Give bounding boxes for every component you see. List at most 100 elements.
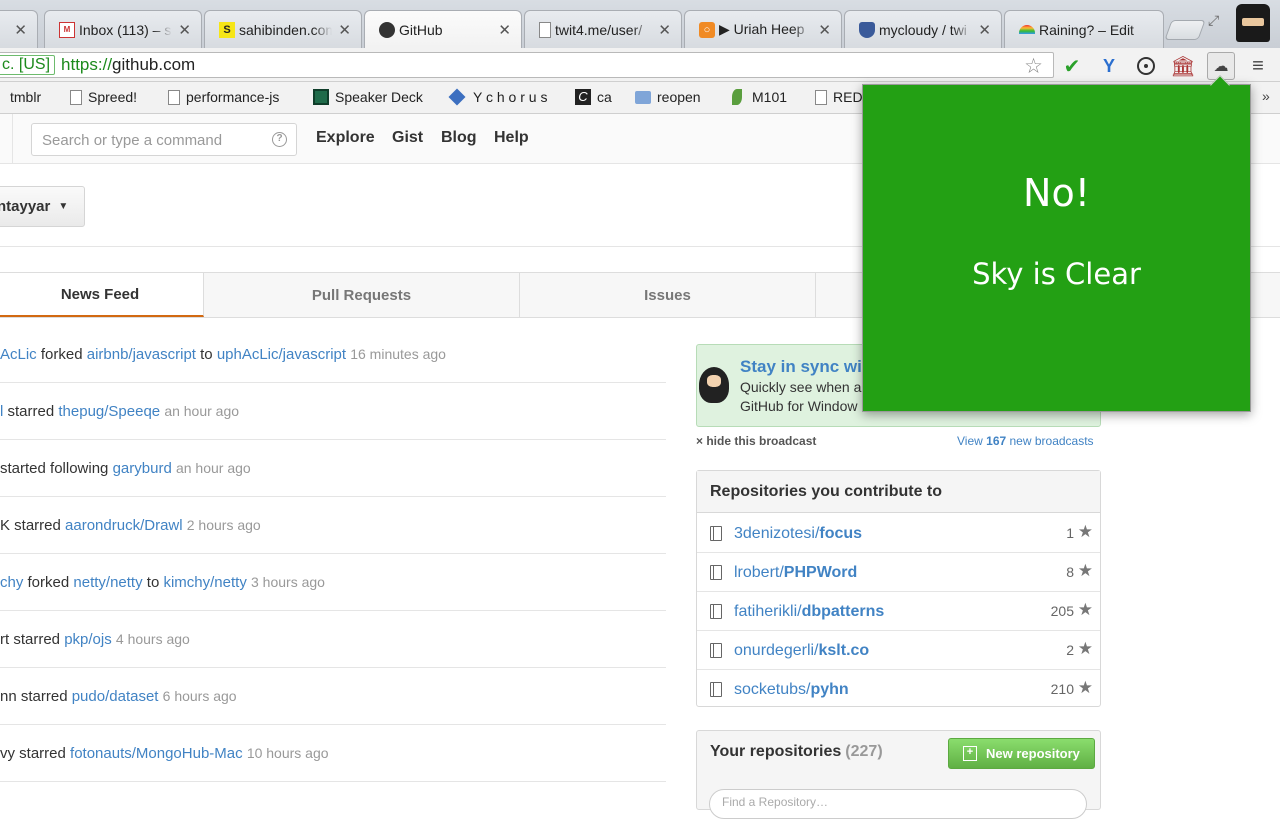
tab-github[interactable]: GitHub ✕ (364, 10, 522, 48)
url-host: github.com (112, 55, 196, 74)
feed-target2-link[interactable]: kimchy/netty (163, 574, 246, 591)
repo-row[interactable]: fatiherikli/dbpatterns 205 ★ (697, 592, 1100, 631)
menu-icon[interactable]: ≡ (1246, 54, 1270, 78)
bookmark-m101[interactable]: M101 (732, 89, 787, 105)
target-extension-icon[interactable] (1134, 54, 1158, 78)
feed-time: 3 hours ago (251, 574, 325, 590)
tab-mycloudy[interactable]: mycloudy / twi ✕ (844, 10, 1002, 48)
bookmark-speaker-deck[interactable]: Speaker Deck (313, 89, 423, 105)
tab-news-feed[interactable]: News Feed (0, 273, 204, 317)
tab-title: twit4.me/user/ (555, 21, 643, 38)
close-tab-icon[interactable]: ✕ (498, 21, 511, 39)
new-repository-button[interactable]: + New repository (948, 738, 1095, 769)
nav-help[interactable]: Help (494, 129, 529, 147)
checkmark-extension-icon[interactable]: ✔ (1060, 54, 1084, 78)
nav-gist[interactable]: Gist (392, 129, 423, 147)
bookmark-reopen[interactable]: reopen (635, 89, 701, 105)
feed-actor-link[interactable]: l (0, 403, 3, 420)
tab-pull-requests[interactable]: Pull Requests (204, 273, 520, 317)
view-broadcasts-link[interactable]: View 167 new broadcasts (957, 434, 1094, 448)
restore-window-icon[interactable]: ⤢ (1208, 12, 1219, 29)
close-tab-icon[interactable]: ✕ (14, 21, 27, 39)
broadcast-title[interactable]: Stay in sync wi (740, 357, 862, 377)
hide-broadcast-link[interactable]: × hide this broadcast (696, 434, 816, 448)
repo-link: socketubs/pyhn (734, 681, 849, 699)
view-suffix: new broadcasts (1006, 434, 1094, 448)
broadcast-line: GitHub for Window (740, 398, 858, 414)
leaf-icon (732, 89, 742, 105)
address-bar[interactable]: c. [US] https:// github.com ☆ (0, 52, 1054, 78)
speaker-deck-icon (313, 89, 329, 105)
close-tab-icon[interactable]: ✕ (338, 21, 351, 39)
repo-row[interactable]: lrobert/PHPWord 8 ★ (697, 553, 1100, 592)
view-prefix: View (957, 434, 987, 448)
bookmark-label: Y c h o r u s (473, 89, 548, 105)
bookmark-spreed[interactable]: Spreed! (70, 89, 137, 105)
bookmark-label: tmblr (10, 89, 42, 105)
bookmark-tmblr[interactable]: tmblr (10, 89, 41, 105)
bookmark-star-icon[interactable]: ☆ (1024, 54, 1043, 79)
feed-target-link[interactable]: pudo/dataset (72, 688, 159, 705)
tab-partial[interactable]: ✕ (0, 10, 38, 48)
page-icon (815, 89, 827, 105)
ev-certificate-label[interactable]: c. [US] (0, 55, 56, 75)
octocat-icon (699, 367, 729, 403)
help-icon[interactable]: ? (272, 132, 287, 147)
bookmark-ychorus[interactable]: Y c h o r u s (448, 88, 548, 106)
feed-actor-link[interactable]: chy (0, 574, 23, 591)
feed-target2-link[interactable]: uphAcLic/javascript (217, 346, 346, 363)
feed-actor-link[interactable]: AcLic (0, 346, 37, 363)
tab-twit4me[interactable]: twit4.me/user/ ✕ (524, 10, 682, 48)
tab-issues[interactable]: Issues (520, 273, 816, 317)
repo-name: dbpatterns (801, 603, 885, 620)
bookmark-red[interactable]: RED (815, 89, 863, 105)
your-repos-panel: Your repositories (227) + New repository … (696, 730, 1101, 819)
find-repo-input[interactable]: Find a Repository… (709, 789, 1087, 819)
bookmarks-overflow-button[interactable]: » (1262, 88, 1270, 104)
tab-uriah-heep[interactable]: ○ ▶ Uriah Heep ✕ (684, 10, 842, 48)
url-scheme: https:// (61, 55, 113, 74)
bookmark-label: ca (597, 89, 612, 105)
feed-target-link[interactable]: netty/netty (73, 574, 142, 591)
popup-answer: No! (1023, 171, 1090, 215)
new-tab-button[interactable] (1164, 20, 1206, 40)
feed-target-link[interactable]: garyburd (113, 460, 172, 477)
feed-item: l starred thepug/Speeqe an hour ago (0, 383, 666, 440)
feed-target-link[interactable]: pkp/ojs (64, 631, 112, 648)
tab-inbox[interactable]: M Inbox (113) – s ✕ (44, 10, 202, 48)
button-label: New repository (986, 746, 1080, 761)
feed-target-link[interactable]: aarondruck/Drawl (65, 517, 183, 534)
bookmark-ca[interactable]: C ca (575, 89, 612, 105)
repo-row[interactable]: 3denizotesi/focus 1 ★ (697, 514, 1100, 553)
nav-blog[interactable]: Blog (441, 129, 477, 147)
repo-name: kslt.co (818, 642, 870, 659)
close-tab-icon[interactable]: ✕ (658, 21, 671, 39)
feed-target-link[interactable]: fotonauts/MongoHub-Mac (70, 745, 243, 762)
museum-extension-icon[interactable]: 🏛 (1170, 54, 1195, 78)
y-extension-icon[interactable]: Y (1097, 54, 1121, 78)
close-tab-icon[interactable]: ✕ (978, 21, 991, 39)
profile-avatar[interactable] (1236, 4, 1270, 42)
feed-verb: starred (7, 403, 55, 420)
diamond-icon (448, 88, 466, 106)
close-tab-icon[interactable]: ✕ (818, 21, 831, 39)
feed-verb: forked (40, 346, 83, 363)
tab-label: Issues (644, 286, 691, 304)
bookmark-performance-js[interactable]: performance-js (168, 89, 279, 105)
repo-name: PHPWord (783, 564, 858, 581)
feed-target-link[interactable]: airbnb/javascript (87, 346, 196, 363)
tab-sahibinden[interactable]: S sahibinden.com ✕ (204, 10, 362, 48)
tab-raining[interactable]: Raining? – Edit (1004, 10, 1164, 48)
repo-row[interactable]: onurdegerli/kslt.co 2 ★ (697, 631, 1100, 670)
search-input[interactable] (42, 130, 262, 150)
repo-row[interactable]: socketubs/pyhn 210 ★ (697, 670, 1100, 709)
feed-item: chy forked netty/netty to kimchy/netty 3… (0, 554, 666, 611)
sahibinden-icon: S (219, 21, 235, 38)
broadcast-body: Quickly see when a GitHub for Window (740, 378, 861, 416)
close-tab-icon[interactable]: ✕ (178, 21, 191, 39)
shield-icon (859, 21, 875, 38)
account-context-switcher[interactable]: ntayyar ▼ (0, 186, 85, 227)
feed-time: 2 hours ago (186, 517, 261, 533)
feed-target-link[interactable]: thepug/Speeqe (58, 403, 160, 420)
nav-explore[interactable]: Explore (316, 129, 375, 147)
